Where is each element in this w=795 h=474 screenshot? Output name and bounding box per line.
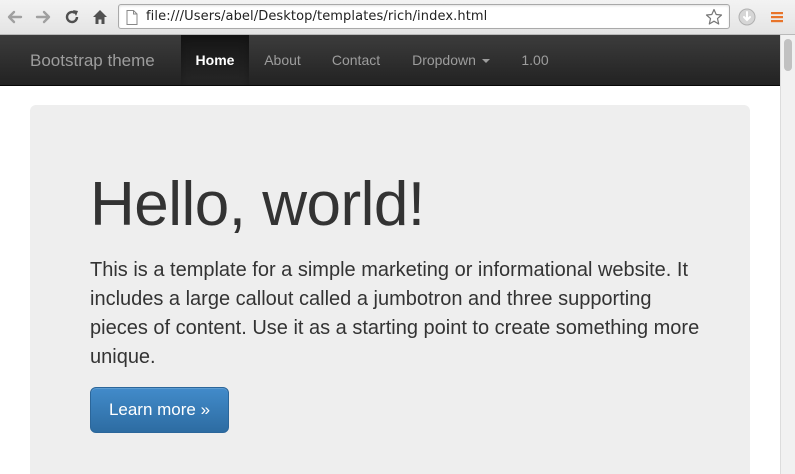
nav-item-dropdown[interactable]: Dropdown (396, 35, 506, 85)
page-icon (126, 10, 138, 25)
star-icon[interactable] (705, 8, 723, 26)
nav-item-label: Home (195, 52, 235, 68)
back-button[interactable] (4, 6, 26, 28)
home-icon (93, 10, 107, 24)
jumbotron: Hello, world! This is a template for a s… (30, 105, 750, 474)
address-bar[interactable]: file:///Users/abel/Desktop/templates/ric… (118, 4, 730, 29)
reload-icon (65, 10, 79, 24)
nav-item-contact[interactable]: Contact (316, 35, 396, 85)
nav-item-home[interactable]: Home (181, 35, 249, 85)
url-text: file:///Users/abel/Desktop/templates/ric… (146, 9, 488, 24)
browser-toolbar: file:///Users/abel/Desktop/templates/ric… (0, 0, 795, 35)
nav-item-label: About (264, 52, 301, 68)
vertical-scrollbar[interactable] (780, 35, 795, 474)
download-extension-icon (738, 8, 756, 26)
nav-item-label: Dropdown (412, 52, 476, 68)
browser-menu-button[interactable] (766, 6, 788, 28)
learn-more-button[interactable]: Learn more » (90, 387, 229, 433)
navbar-brand[interactable]: Bootstrap theme (30, 51, 155, 71)
nav-item-about[interactable]: About (249, 35, 316, 85)
reload-button[interactable] (61, 6, 83, 28)
forward-button[interactable] (32, 6, 54, 28)
nav-item-version[interactable]: 1.00 (506, 35, 564, 85)
site-navbar: Bootstrap theme Home About Contact Dropd… (0, 35, 780, 86)
nav-item-label: 1.00 (521, 52, 549, 68)
jumbotron-text: This is a template for a simple marketin… (90, 259, 700, 368)
caret-down-icon (481, 59, 490, 63)
jumbotron-heading: Hello, world! (90, 170, 425, 239)
menu-icon (771, 12, 783, 23)
extension-button[interactable] (736, 6, 758, 28)
arrow-right-icon (35, 10, 51, 24)
arrow-left-icon (7, 10, 23, 24)
scrollbar-thumb[interactable] (784, 39, 792, 71)
nav-item-label: Contact (331, 52, 381, 68)
home-button[interactable] (89, 6, 111, 28)
